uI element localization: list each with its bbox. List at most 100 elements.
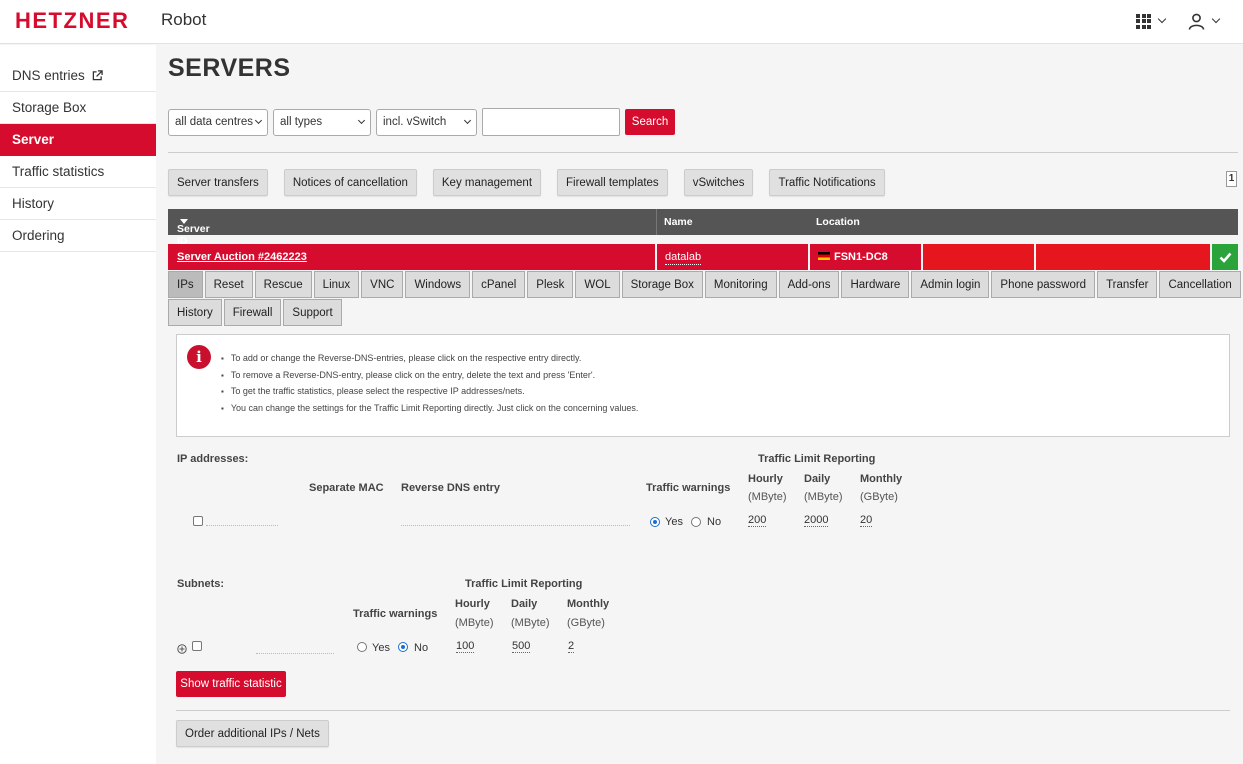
server-transfers-button[interactable]: Server transfers xyxy=(168,169,268,196)
divider xyxy=(168,152,1238,153)
server-id-cell: Server Auction #2462223 xyxy=(168,244,655,270)
server-id-link[interactable]: Server Auction #2462223 xyxy=(177,251,307,263)
ip-traffic-warnings-header: Traffic warnings xyxy=(646,482,731,494)
show-traffic-statistic-button[interactable]: Show traffic statistic xyxy=(176,671,286,697)
ip-select-checkbox[interactable] xyxy=(193,516,203,526)
info-item: To get the traffic statistics, please se… xyxy=(221,383,638,400)
subnet-warnings-yes-radio[interactable] xyxy=(357,642,367,652)
key-management-button[interactable]: Key management xyxy=(432,169,542,196)
ip-daily-header: Daily xyxy=(804,473,831,485)
search-button[interactable]: Search xyxy=(625,109,675,135)
ip-address-value[interactable] xyxy=(206,525,278,526)
ip-daily-limit[interactable]: 2000 xyxy=(804,514,829,527)
server-name-value[interactable]: datalab xyxy=(665,250,702,265)
order-additional-ips-button[interactable]: Order additional IPs / Nets xyxy=(176,720,329,747)
tab-wol[interactable]: WOL xyxy=(575,271,620,298)
traffic-notifications-button[interactable]: Traffic Notifications xyxy=(769,169,885,196)
sidebar-item-server[interactable]: Server xyxy=(0,124,156,156)
external-link-icon xyxy=(92,70,103,81)
expand-plus-icon[interactable] xyxy=(177,644,187,654)
tab-history[interactable]: History xyxy=(168,299,222,326)
account-menu-button[interactable] xyxy=(1188,9,1221,33)
tab-ips[interactable]: IPs xyxy=(168,271,203,298)
vswitches-button[interactable]: vSwitches xyxy=(683,169,754,196)
tab-vnc[interactable]: VNC xyxy=(361,271,404,298)
sidebar-item-ordering[interactable]: Ordering xyxy=(0,220,156,252)
page-title: SERVERS xyxy=(168,54,291,82)
tab-rescue[interactable]: Rescue xyxy=(254,271,312,298)
subnet-traffic-warnings-header: Traffic warnings xyxy=(353,608,438,620)
server-name-cell: datalab xyxy=(657,244,808,270)
servers-table-header: Server ID Name Location xyxy=(168,209,1238,247)
tab-monitoring[interactable]: Monitoring xyxy=(704,271,777,298)
tab-storage-box[interactable]: Storage Box xyxy=(621,271,703,298)
ip-warnings-yes-label: Yes xyxy=(665,516,683,528)
divider xyxy=(176,710,1230,711)
server-id-column-header[interactable]: Server ID xyxy=(177,216,210,247)
info-icon: i xyxy=(187,345,211,369)
firewall-templates-button[interactable]: Firewall templates xyxy=(557,169,668,196)
subnet-hourly-unit: (MByte) xyxy=(455,617,494,629)
tab-windows[interactable]: Windows xyxy=(405,271,471,298)
info-item: To add or change the Reverse-DNS-entries… xyxy=(221,350,638,367)
datacentre-select[interactable]: all data centres xyxy=(168,108,268,136)
subnet-select-checkbox[interactable] xyxy=(192,641,202,651)
datacentre-select-value: all data centres xyxy=(175,116,253,128)
page-number[interactable]: 1 xyxy=(1226,171,1237,187)
tab-hardware[interactable]: Hardware xyxy=(841,271,910,298)
chevron-down-icon xyxy=(463,116,472,125)
tab-support[interactable]: Support xyxy=(283,299,342,326)
search-input[interactable] xyxy=(482,108,620,136)
server-tabs-row-2: History Firewall Support xyxy=(168,299,1238,326)
subnet-daily-unit: (MByte) xyxy=(511,617,550,629)
ip-monthly-limit[interactable]: 20 xyxy=(860,514,873,527)
tab-cancellation[interactable]: Cancellation xyxy=(1159,271,1241,298)
tab-plesk[interactable]: Plesk xyxy=(527,271,574,298)
subnet-warnings-no-radio[interactable] xyxy=(398,642,408,652)
name-column-header: Name xyxy=(664,216,693,228)
sidebar-item-label: Traffic statistics xyxy=(12,164,105,179)
server-tabs: IPs Reset Rescue Linux VNC Windows cPane… xyxy=(168,271,1241,298)
subnet-monthly-limit[interactable]: 2 xyxy=(568,640,575,653)
subnet-hourly-limit[interactable]: 100 xyxy=(456,640,475,653)
server-status-ok[interactable] xyxy=(1212,244,1238,270)
tab-phone-password[interactable]: Phone password xyxy=(991,271,1096,298)
subnet-daily-header: Daily xyxy=(511,598,538,610)
tab-firewall[interactable]: Firewall xyxy=(223,299,282,326)
checkmark-icon xyxy=(1219,252,1231,263)
subnet-daily-limit[interactable]: 500 xyxy=(512,640,531,653)
ip-warnings-yes-radio[interactable] xyxy=(650,517,660,527)
apps-menu-button[interactable] xyxy=(1136,9,1167,33)
sidebar-item-label: DNS entries xyxy=(12,68,85,83)
tab-reset[interactable]: Reset xyxy=(204,271,253,298)
tab-admin-login[interactable]: Admin login xyxy=(911,271,990,298)
sidebar-item-storage-box[interactable]: Storage Box xyxy=(0,92,156,124)
vswitch-select-value: incl. vSwitch xyxy=(383,116,447,128)
tab-transfer[interactable]: Transfer xyxy=(1097,271,1158,298)
divider xyxy=(656,209,657,235)
sidebar-item-label: History xyxy=(12,196,55,211)
type-select[interactable]: all types xyxy=(273,108,371,136)
tab-cpanel[interactable]: cPanel xyxy=(472,271,526,298)
subnet-warnings-no-label: No xyxy=(414,642,429,654)
sidebar-item-traffic-statistics[interactable]: Traffic statistics xyxy=(0,156,156,188)
ip-hourly-unit: (MByte) xyxy=(748,491,787,503)
notices-of-cancellation-button[interactable]: Notices of cancellation xyxy=(283,169,417,196)
subnet-value[interactable] xyxy=(256,653,334,654)
sidebar-item-history[interactable]: History xyxy=(0,188,156,220)
location-value: FSN1-DC8 xyxy=(834,251,888,263)
hetzner-logo[interactable]: HETZNER xyxy=(15,8,129,34)
reverse-dns-value[interactable] xyxy=(401,525,630,526)
ip-addresses-title: IP addresses: xyxy=(177,453,249,465)
ip-hourly-limit[interactable]: 200 xyxy=(748,514,767,527)
germany-flag-icon xyxy=(818,252,830,260)
product-name: Robot xyxy=(161,10,207,29)
ip-warnings-no-label: No xyxy=(707,516,722,528)
chevron-down-icon xyxy=(254,116,263,125)
ip-warnings-no-radio[interactable] xyxy=(691,517,701,527)
vswitch-select[interactable]: incl. vSwitch xyxy=(376,108,477,136)
tab-add-ons[interactable]: Add-ons xyxy=(778,271,840,298)
sidebar-item-dns-entries[interactable]: DNS entries xyxy=(0,60,156,92)
tab-linux[interactable]: Linux xyxy=(313,271,360,298)
ip-traffic-limit-title: Traffic Limit Reporting xyxy=(758,453,876,465)
